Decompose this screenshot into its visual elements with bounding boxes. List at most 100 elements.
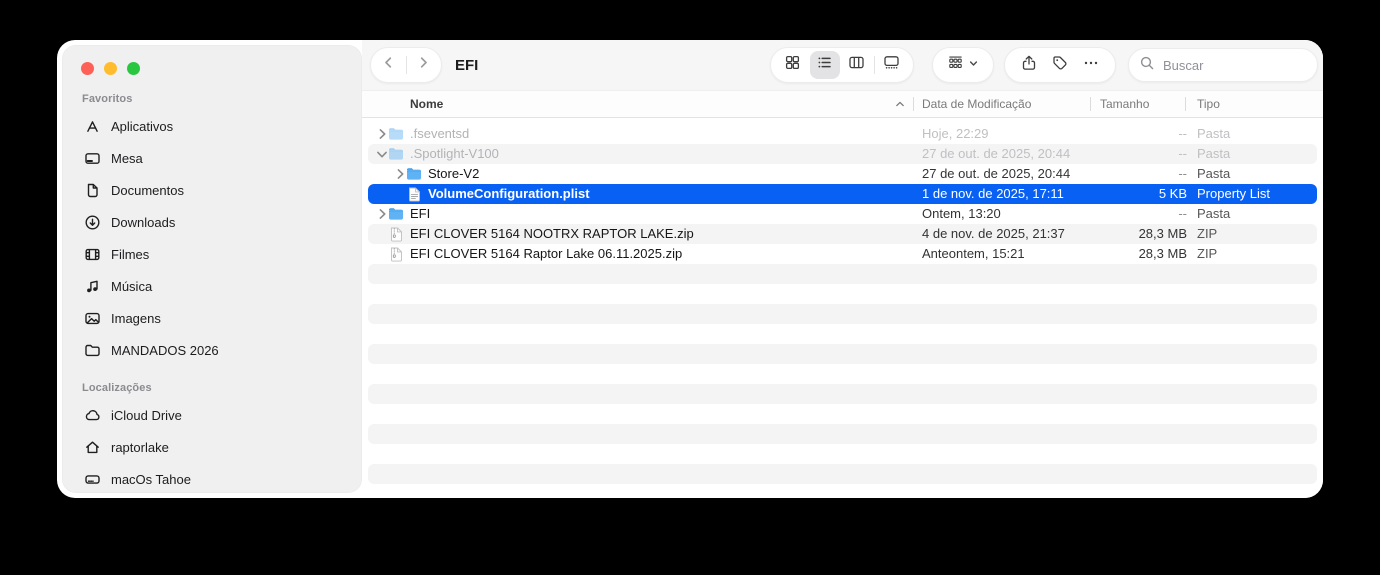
sidebar-item-label: Mesa bbox=[111, 151, 143, 166]
drive-icon bbox=[82, 469, 102, 489]
window-controls bbox=[81, 62, 140, 75]
minimize-window-button[interactable] bbox=[104, 62, 117, 75]
sidebar-item-m-sica[interactable]: Música bbox=[82, 270, 352, 302]
sidebar-item-documentos[interactable]: Documentos bbox=[82, 174, 352, 206]
sidebar-item-raptorlake[interactable]: raptorlake bbox=[82, 431, 352, 463]
group-icon bbox=[947, 54, 964, 76]
empty-row bbox=[362, 404, 1323, 424]
chevron-left-icon bbox=[380, 54, 397, 76]
empty-row bbox=[362, 484, 1323, 498]
back-button[interactable] bbox=[372, 48, 406, 82]
zoom-window-button[interactable] bbox=[127, 62, 140, 75]
sidebar-section-title: Localizações bbox=[82, 382, 352, 396]
sidebar-item-label: Imagens bbox=[111, 311, 161, 326]
row-background bbox=[368, 344, 1317, 364]
view-switcher bbox=[770, 47, 914, 83]
search-field bbox=[1128, 48, 1318, 82]
sidebar-item-label: Aplicativos bbox=[111, 119, 173, 134]
sidebar-item-label: MANDADOS 2026 bbox=[111, 343, 219, 358]
search-icon bbox=[1139, 55, 1155, 76]
file-size: -- bbox=[987, 124, 1187, 144]
sidebar-item-imagens[interactable]: Imagens bbox=[82, 302, 352, 334]
file-row[interactable]: .Spotlight-V10027 de out. de 2025, 20:44… bbox=[362, 144, 1323, 164]
file-row[interactable]: VolumeConfiguration.plist1 de nov. de 20… bbox=[362, 184, 1323, 204]
empty-row bbox=[362, 324, 1323, 344]
sidebar-item-icloud-drive[interactable]: iCloud Drive bbox=[82, 399, 352, 431]
sidebar-item-downloads[interactable]: Downloads bbox=[82, 206, 352, 238]
sidebar-item-mandados-2026[interactable]: MANDADOS 2026 bbox=[82, 334, 352, 366]
finder-window: FavoritosAplicativosMesaDocumentosDownlo… bbox=[57, 40, 1323, 498]
column-divider[interactable] bbox=[913, 97, 914, 111]
ellipsis-icon bbox=[1082, 54, 1100, 77]
row-background bbox=[368, 424, 1317, 444]
column-header-date[interactable]: Data de Modificação bbox=[922, 91, 1031, 117]
empty-row bbox=[362, 304, 1323, 324]
folder-icon bbox=[388, 206, 404, 222]
row-background bbox=[368, 324, 1317, 344]
file-row[interactable]: .fseventsdHoje, 22:29--Pasta bbox=[362, 124, 1323, 144]
empty-row bbox=[362, 284, 1323, 304]
sidebar-item-label: Documentos bbox=[111, 183, 184, 198]
column-divider[interactable] bbox=[1090, 97, 1091, 111]
sidebar-item-label: Downloads bbox=[111, 215, 175, 230]
file-size: -- bbox=[987, 164, 1187, 184]
column-header-type[interactable]: Tipo bbox=[1197, 91, 1220, 117]
row-background bbox=[368, 284, 1317, 304]
sort-ascending-icon bbox=[893, 97, 907, 111]
share-button[interactable] bbox=[1015, 50, 1043, 80]
empty-row bbox=[362, 384, 1323, 404]
icon-view-button[interactable] bbox=[778, 51, 808, 79]
column-header-size[interactable]: Tamanho bbox=[1100, 91, 1149, 117]
chevron-down-icon bbox=[968, 56, 979, 74]
file-name: Store-V2 bbox=[428, 164, 479, 184]
file-name: EFI CLOVER 5164 Raptor Lake 06.11.2025.z… bbox=[410, 244, 682, 264]
search-input[interactable] bbox=[1161, 57, 1305, 74]
folder-icon bbox=[388, 146, 404, 162]
divider bbox=[874, 56, 875, 74]
file-name: EFI bbox=[410, 204, 430, 224]
list-view-icon bbox=[816, 54, 833, 76]
tag-icon bbox=[1051, 54, 1069, 77]
file-row[interactable]: EFI CLOVER 5164 NOOTRX RAPTOR LAKE.zip4 … bbox=[362, 224, 1323, 244]
close-window-button[interactable] bbox=[81, 62, 94, 75]
zip-icon bbox=[388, 246, 404, 262]
file-row[interactable]: EFIOntem, 13:20--Pasta bbox=[362, 204, 1323, 224]
folder-icon bbox=[406, 166, 422, 182]
document-icon bbox=[82, 180, 102, 200]
more-options-button[interactable] bbox=[1077, 50, 1105, 80]
row-background bbox=[368, 364, 1317, 384]
row-background bbox=[368, 484, 1317, 498]
sidebar-item-mesa[interactable]: Mesa bbox=[82, 142, 352, 174]
column-header-name[interactable]: Nome bbox=[410, 91, 443, 117]
film-icon bbox=[82, 244, 102, 264]
file-name: .Spotlight-V100 bbox=[410, 144, 499, 164]
sidebar-item-label: iCloud Drive bbox=[111, 408, 182, 423]
sidebar-item-aplicativos[interactable]: Aplicativos bbox=[82, 110, 352, 142]
group-by-button[interactable] bbox=[932, 47, 994, 83]
sidebar-item-filmes[interactable]: Filmes bbox=[82, 238, 352, 270]
tag-button[interactable] bbox=[1046, 50, 1074, 80]
empty-row bbox=[362, 464, 1323, 484]
row-background bbox=[368, 304, 1317, 324]
row-background bbox=[368, 404, 1317, 424]
cloud-icon bbox=[82, 405, 102, 425]
file-type: Pasta bbox=[1197, 204, 1230, 224]
forward-button[interactable] bbox=[407, 48, 441, 82]
columns-view-button[interactable] bbox=[842, 51, 872, 79]
file-type: Pasta bbox=[1197, 144, 1230, 164]
sidebar-item-macos-tahoe[interactable]: macOs Tahoe bbox=[82, 463, 352, 495]
plist-icon bbox=[406, 186, 422, 202]
file-date: Hoje, 22:29 bbox=[922, 124, 989, 144]
folder-outline-icon bbox=[82, 340, 102, 360]
list-view-button[interactable] bbox=[810, 51, 840, 79]
file-row[interactable]: Store-V227 de out. de 2025, 20:44--Pasta bbox=[362, 164, 1323, 184]
share-icon bbox=[1020, 54, 1038, 77]
toolbar: EFI bbox=[362, 40, 1323, 90]
column-divider[interactable] bbox=[1185, 97, 1186, 111]
gallery-view-button[interactable] bbox=[877, 51, 907, 79]
file-name: EFI CLOVER 5164 NOOTRX RAPTOR LAKE.zip bbox=[410, 224, 694, 244]
file-size: 28,3 MB bbox=[987, 244, 1187, 264]
home-icon bbox=[82, 437, 102, 457]
zip-icon bbox=[388, 226, 404, 242]
file-row[interactable]: EFI CLOVER 5164 Raptor Lake 06.11.2025.z… bbox=[362, 244, 1323, 264]
